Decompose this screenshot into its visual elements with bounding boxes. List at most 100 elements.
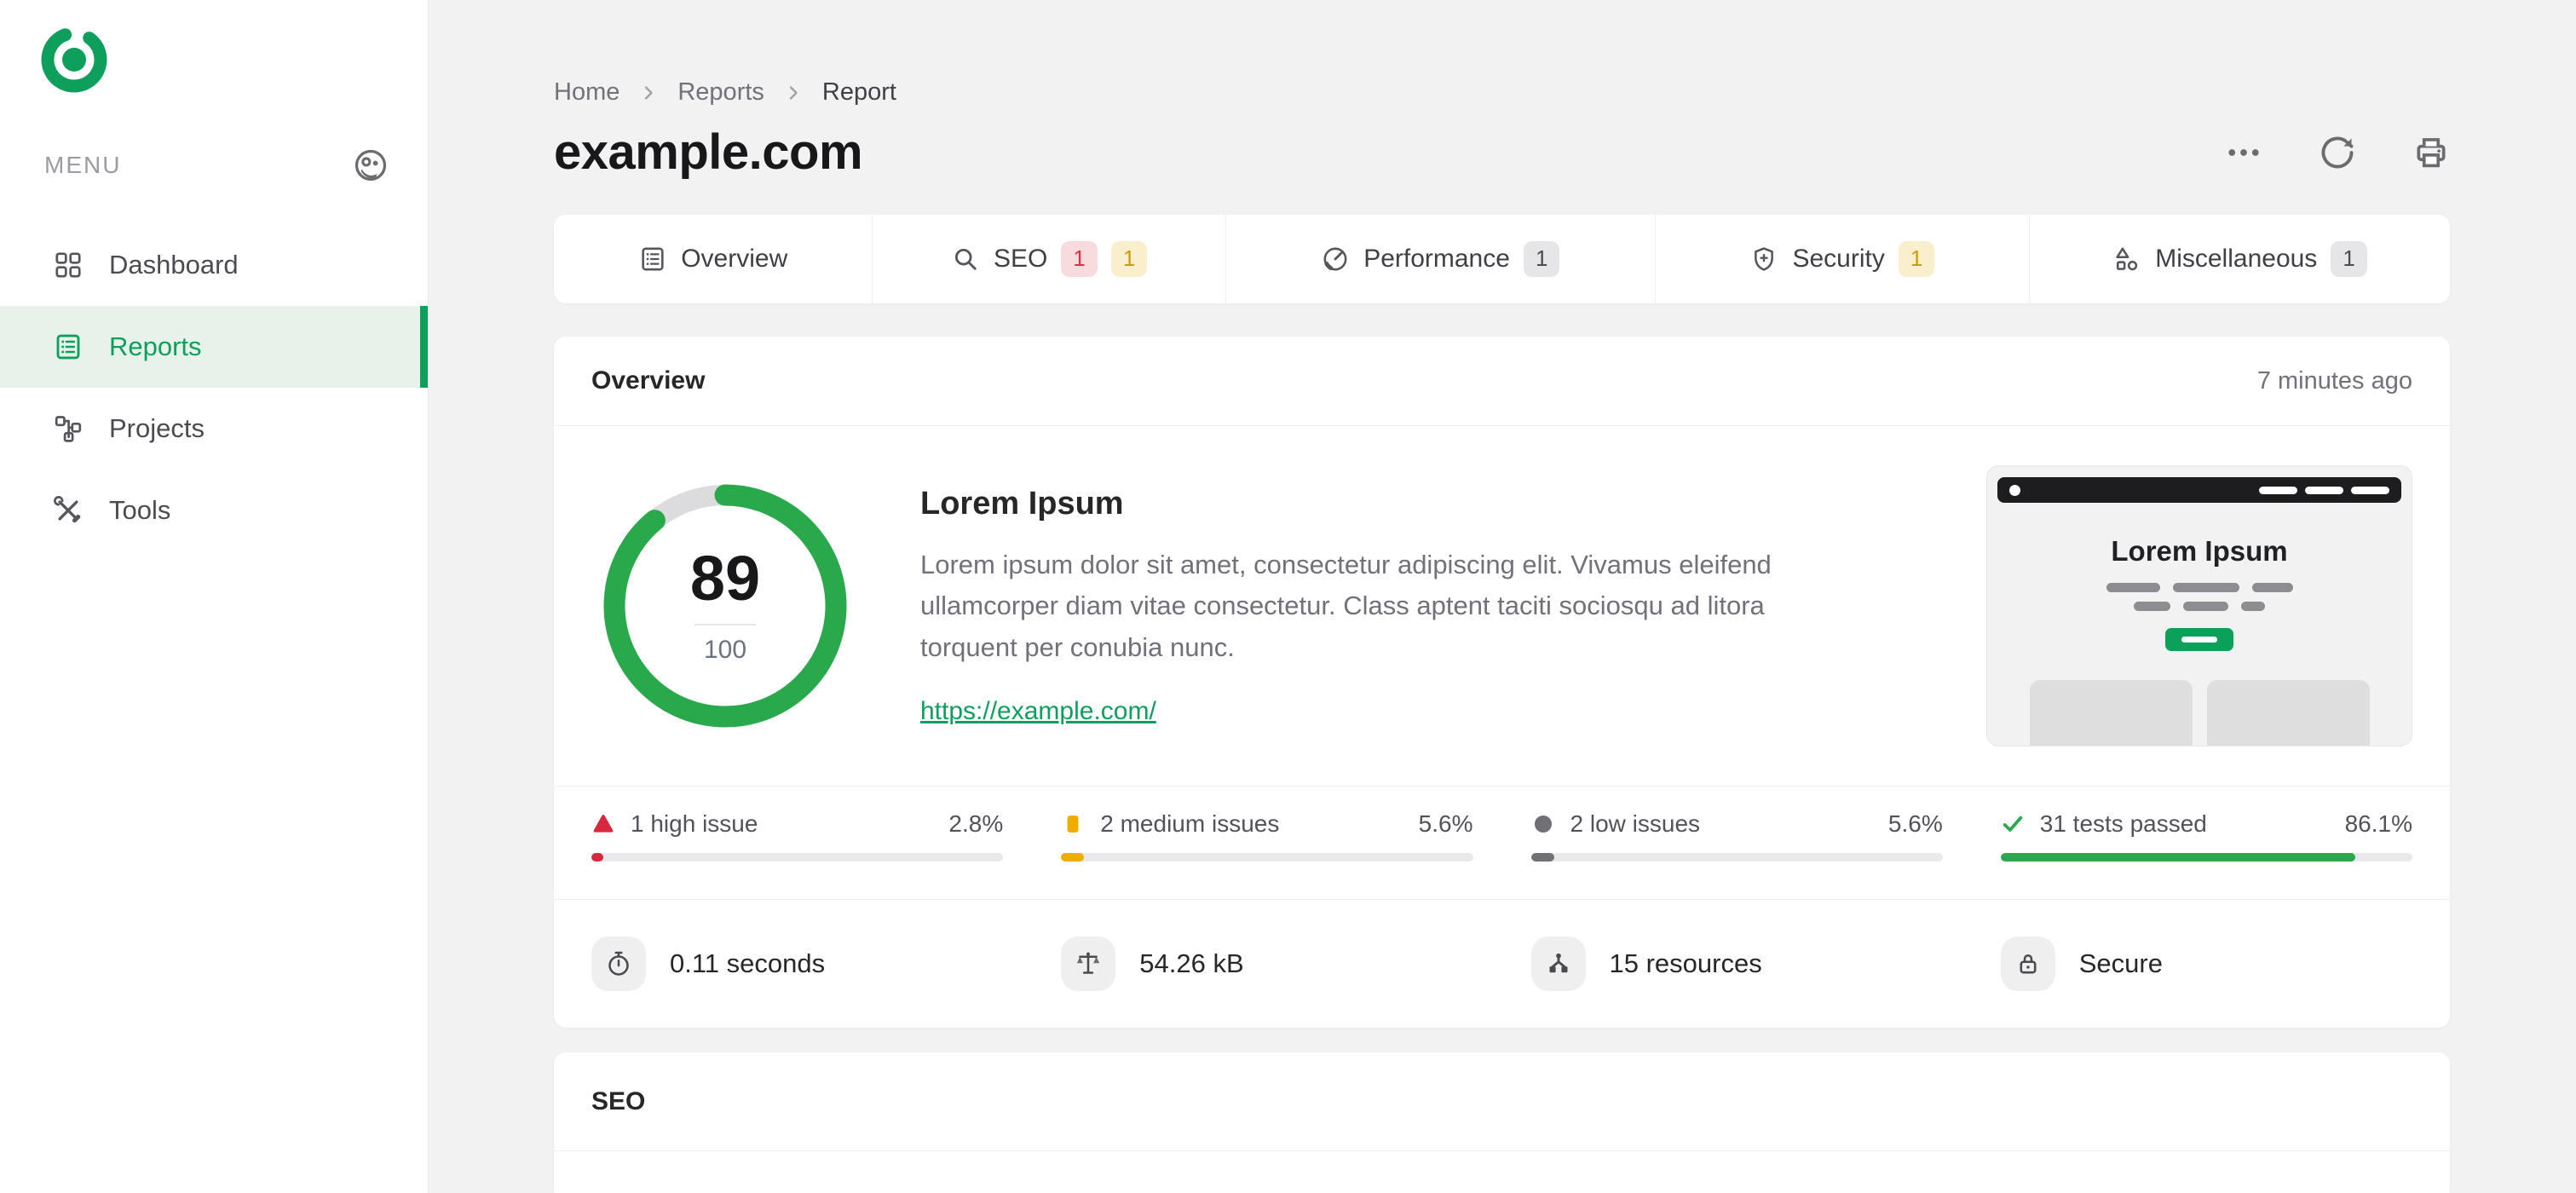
breadcrumb: Home Reports Report xyxy=(554,78,2450,107)
sidebar-item-projects[interactable]: Projects xyxy=(0,388,428,470)
chevron-right-icon xyxy=(645,85,654,100)
sidebar-item-label: Tools xyxy=(109,495,171,525)
theme-icon xyxy=(354,149,387,182)
issue-percent: 5.6% xyxy=(1418,810,1473,837)
logo-icon xyxy=(41,26,107,93)
search-icon xyxy=(954,248,977,270)
issue-progress-bar xyxy=(591,853,1004,862)
metric-label: 54.26 kB xyxy=(1139,948,1244,978)
tab-badge-medium: 1 xyxy=(1898,241,1935,277)
preview-text-row xyxy=(1987,602,2412,611)
tab-badge-neutral: 1 xyxy=(2331,241,2367,277)
page-title: example.com xyxy=(554,124,863,180)
ellipsis-icon xyxy=(2228,148,2259,156)
seo-card-content xyxy=(554,1151,2450,1193)
seo-card: SEO xyxy=(554,1052,2450,1193)
issue-stat-high: 1 high issue 2.8% xyxy=(591,810,1004,862)
score-gauge: 89 100 xyxy=(602,482,849,729)
report-tabs: Overview SEO 1 1 Performance 1 Security … xyxy=(554,215,2450,303)
breadcrumb-report: Report xyxy=(821,78,896,106)
refresh-button[interactable] xyxy=(2319,134,2356,171)
issue-stats-row: 1 high issue 2.8% 2 medium issues 5.6% 2… xyxy=(554,786,2450,899)
sidebar-item-reports[interactable]: Reports xyxy=(0,306,428,388)
scale-icon xyxy=(1077,952,1100,974)
printer-icon xyxy=(2417,137,2446,167)
issue-stat-low: 2 low issues 5.6% xyxy=(1530,810,1943,862)
tab-badge-medium: 1 xyxy=(1110,241,1148,277)
tab-label: Security xyxy=(1792,245,1885,273)
tab-badge-high: 1 xyxy=(1061,241,1098,277)
more-options-button[interactable] xyxy=(2225,134,2262,171)
metrics-row: 0.11 seconds 54.26 kB 15 resources Secur… xyxy=(554,899,2450,1028)
issue-label: 2 medium issues xyxy=(1100,810,1280,837)
preview-nav-links xyxy=(2259,486,2389,494)
issue-label: 2 low issues xyxy=(1570,810,1701,837)
issue-progress-bar xyxy=(1061,853,1473,862)
issue-percent: 86.1% xyxy=(2344,810,2412,837)
tab-label: Miscellaneous xyxy=(2155,245,2318,273)
score-max: 100 xyxy=(703,636,747,664)
overview-icon xyxy=(642,247,664,271)
sidebar-item-tools[interactable]: Tools xyxy=(0,470,428,551)
tab-overview[interactable]: Overview xyxy=(554,215,872,303)
breadcrumb-reports[interactable]: Reports xyxy=(677,78,764,107)
issue-percent: 5.6% xyxy=(1887,810,1943,837)
theme-toggle-button[interactable] xyxy=(351,146,390,185)
site-preview-thumbnail: Lorem Ipsum xyxy=(1986,465,2412,746)
metric-security: Secure xyxy=(2000,937,2412,991)
refresh-icon xyxy=(2321,136,2354,168)
issue-progress-bar xyxy=(1530,853,1943,862)
preview-heading: Lorem Ipsum xyxy=(2111,535,2288,567)
metric-chip xyxy=(1530,937,1586,991)
metric-load-time: 0.11 seconds xyxy=(591,937,1003,991)
high-issue-icon xyxy=(593,815,614,833)
projects-icon xyxy=(55,416,82,442)
tab-seo[interactable]: SEO 1 1 xyxy=(872,215,1225,303)
metric-page-size: 54.26 kB xyxy=(1061,937,1472,991)
score-value: 89 xyxy=(689,543,761,614)
tab-badge-neutral: 1 xyxy=(1523,241,1560,277)
resources-icon xyxy=(1549,953,1567,973)
preview-cta-button xyxy=(2165,628,2233,651)
dashboard-icon xyxy=(55,252,81,278)
preview-logo-dot xyxy=(2009,484,2020,496)
site-description: Lorem ipsum dolor sit amet, consectetur … xyxy=(920,550,1772,662)
tab-security[interactable]: Security 1 xyxy=(1654,215,2029,303)
print-button[interactable] xyxy=(2412,134,2450,171)
medium-issue-icon xyxy=(1067,816,1079,833)
breadcrumb-home[interactable]: Home xyxy=(554,78,620,107)
preview-browser-bar xyxy=(1997,477,2401,503)
report-actions xyxy=(2225,134,2450,171)
tab-performance[interactable]: Performance 1 xyxy=(1225,215,1655,303)
metric-chip xyxy=(2000,937,2055,991)
tools-icon xyxy=(54,496,81,523)
metric-label: 15 resources xyxy=(1609,948,1762,978)
stopwatch-icon xyxy=(608,951,629,976)
site-summary: Lorem Ipsum Lorem ipsum dolor sit amet, … xyxy=(920,486,1866,725)
sidebar-nav: Dashboard Reports Projects Tools xyxy=(0,224,428,551)
sidebar-item-dashboard[interactable]: Dashboard xyxy=(0,224,428,306)
metric-resources: 15 resources xyxy=(1530,937,1943,991)
chevron-right-icon xyxy=(789,85,798,100)
issue-progress-bar xyxy=(2000,853,2412,862)
reports-icon xyxy=(56,334,80,360)
preview-content-boxes xyxy=(1987,680,2412,746)
seo-section-title: SEO xyxy=(591,1086,646,1115)
preview-text-row xyxy=(1987,583,2412,592)
overview-section-title: Overview xyxy=(591,366,706,395)
tab-label: Overview xyxy=(681,245,788,273)
issue-label: 1 high issue xyxy=(631,810,758,837)
site-link[interactable]: https://example.com/ xyxy=(920,697,1156,726)
main-content: Home Reports Report example.com Overview… xyxy=(429,0,2576,1193)
metric-label: 0.11 seconds xyxy=(670,948,826,978)
site-heading: Lorem Ipsum xyxy=(920,486,1124,522)
overview-card: Overview 7 minutes ago 89 100 Lorem Ipsu… xyxy=(554,337,2450,1028)
report-timestamp: 7 minutes ago xyxy=(2256,366,2412,395)
sidebar-item-label: Reports xyxy=(109,331,202,361)
speedometer-icon xyxy=(1323,247,1347,271)
issue-percent: 2.8% xyxy=(948,810,1004,837)
tab-miscellaneous[interactable]: Miscellaneous 1 xyxy=(2029,215,2450,303)
metric-label: Secure xyxy=(2078,948,2163,978)
lock-icon xyxy=(2020,954,2037,974)
issue-stat-passed: 31 tests passed 86.1% xyxy=(2000,810,2412,862)
